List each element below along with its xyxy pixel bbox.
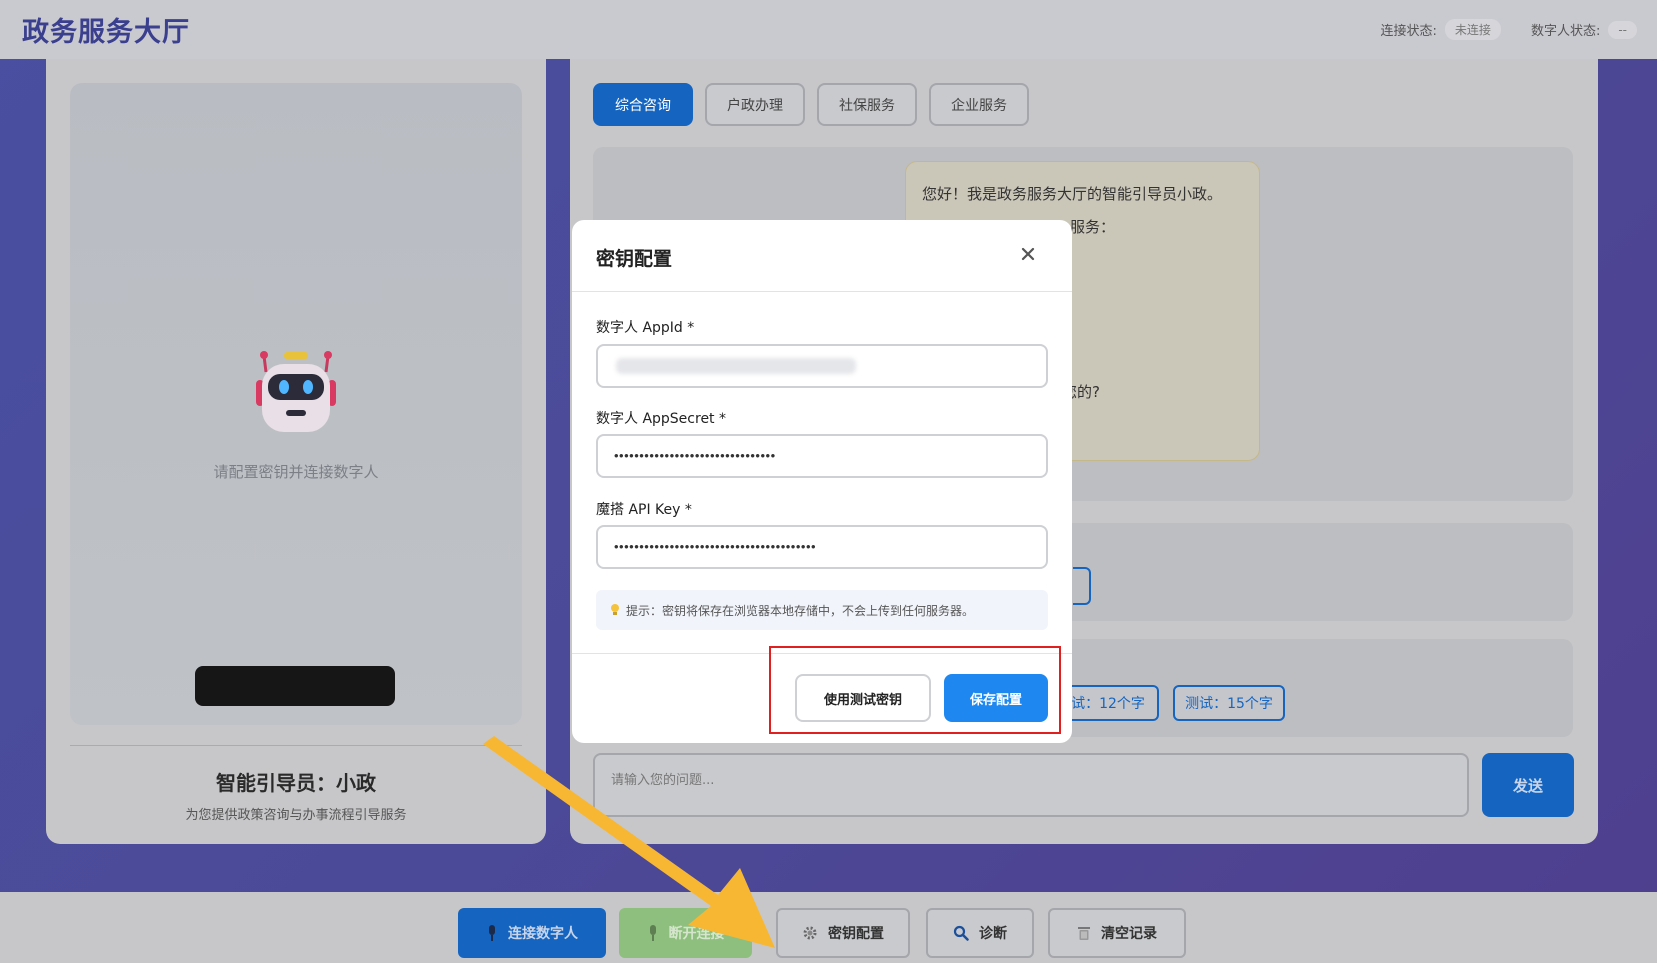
lightbulb-icon: [611, 604, 619, 615]
top-header: 政务服务大厅 连接状态: 未连接 数字人状态: --: [0, 0, 1657, 59]
diagnose-button-label: 诊断: [979, 926, 1007, 942]
storage-hint: 提示：密钥将保存在浏览器本地存储中，不会上传到任何服务器。: [596, 590, 1048, 630]
modal-header: 密钥配置: [572, 220, 1072, 292]
appid-field[interactable]: [596, 344, 1048, 388]
magnifier-icon: [953, 925, 969, 941]
service-tabs: 综合咨询 户政办理 社保服务 企业服务: [593, 83, 1029, 126]
send-button[interactable]: 发送: [1482, 753, 1574, 817]
bottom-toolbar: 连接数字人 断开连接 密钥配置 诊断 清空记录: [0, 892, 1657, 963]
disconnect-button-label: 断开连接: [668, 926, 725, 942]
avatar-status-label: 数字人状态:: [1530, 24, 1601, 39]
avatar-status: 数字人状态: --: [1531, 20, 1637, 39]
gear-icon: [803, 926, 817, 940]
avatar-subtitle-bar: [195, 666, 395, 706]
avatar-placeholder-text: 请配置密钥并连接数字人: [213, 463, 379, 481]
key-config-button[interactable]: 密钥配置: [776, 908, 910, 958]
appsecret-field[interactable]: ••••••••••••••••••••••••••••••••: [596, 434, 1048, 478]
tab-social-security[interactable]: 社保服务: [817, 83, 917, 126]
trash-icon: [1078, 927, 1090, 940]
avatar-stage: 请配置密钥并连接数字人: [70, 83, 522, 725]
connect-button[interactable]: 连接数字人: [458, 908, 606, 958]
tab-household[interactable]: 户政办理: [705, 83, 805, 126]
bot-message-line: 您好！我是政务服务大厅的智能引导员小政。: [922, 185, 1223, 203]
disconnect-button[interactable]: 断开连接: [619, 908, 752, 958]
tab-general[interactable]: 综合咨询: [593, 83, 693, 126]
appsecret-label: 数字人 AppSecret *: [596, 411, 726, 427]
divider: [70, 745, 522, 746]
modal-title: 密钥配置: [596, 248, 673, 270]
connection-status-label: 连接状态:: [1380, 24, 1437, 39]
connection-status: 连接状态: 未连接: [1381, 19, 1501, 40]
microphone-icon: [649, 925, 656, 941]
apikey-label: 魔搭 API Key *: [596, 502, 692, 518]
connect-button-label: 连接数字人: [508, 926, 578, 942]
avatar-status-badge: --: [1608, 20, 1637, 39]
guide-description: 为您提供政策咨询与办事流程引导服务: [185, 808, 407, 823]
highlight-annotation: [769, 646, 1061, 734]
clear-history-button-label: 清空记录: [1101, 926, 1157, 942]
robot-icon: [256, 351, 336, 432]
close-icon[interactable]: [1016, 242, 1040, 266]
apikey-field[interactable]: ••••••••••••••••••••••••••••••••••••••••: [596, 525, 1048, 569]
diagnose-button[interactable]: 诊断: [926, 908, 1034, 958]
quick-action-button[interactable]: [1073, 567, 1091, 605]
connection-status-badge: 未连接: [1444, 19, 1501, 40]
appid-label: 数字人 AppId *: [596, 320, 695, 336]
test-button-15[interactable]: 测试：15个字: [1173, 685, 1285, 721]
clear-history-button[interactable]: 清空记录: [1048, 908, 1186, 958]
avatar-panel: 请配置密钥并连接数字人 智能引导员：小政 为您提供政策咨询与办事流程引导服务: [46, 59, 546, 844]
question-input[interactable]: 请输入您的问题...: [593, 753, 1469, 817]
test-button-12[interactable]: 试：12个字: [1059, 685, 1159, 721]
storage-hint-text: 提示：密钥将保存在浏览器本地存储中，不会上传到任何服务器。: [626, 603, 975, 618]
key-config-button-label: 密钥配置: [828, 926, 884, 942]
tab-enterprise[interactable]: 企业服务: [929, 83, 1029, 126]
guide-name: 智能引导员：小政: [216, 771, 376, 795]
app-title: 政务服务大厅: [22, 17, 190, 48]
microphone-icon: [489, 925, 495, 941]
status-area: 连接状态: 未连接 数字人状态: --: [1359, 19, 1637, 40]
redacted-value: [616, 358, 856, 374]
